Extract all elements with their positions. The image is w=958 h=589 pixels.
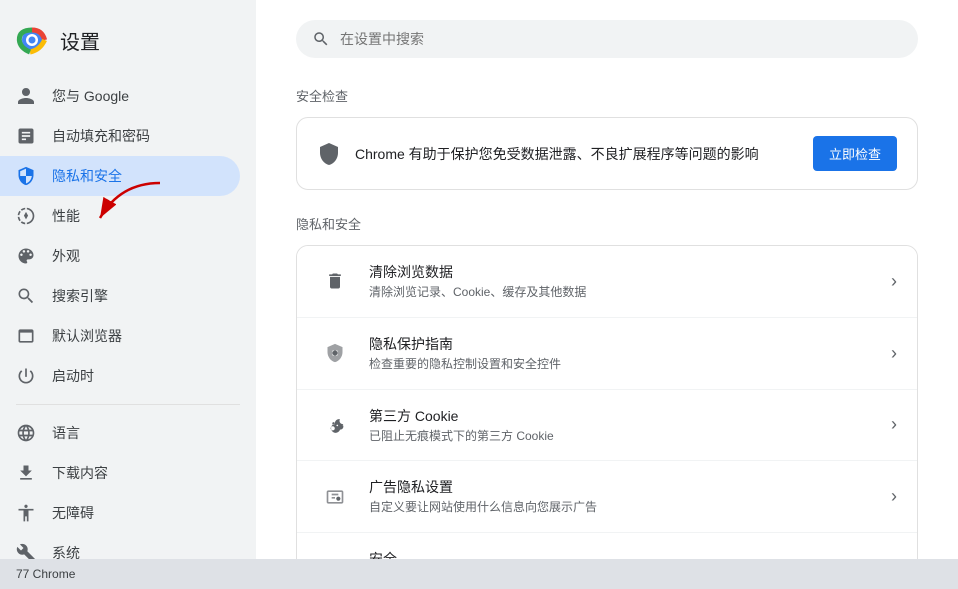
privacy-section-title: 隐私和安全 — [296, 214, 918, 233]
sidebar: 设置 您与 Google 自动填充和密码 隐私和安全 性能 外观 搜 — [0, 0, 256, 589]
menu-item-privacy-guide[interactable]: 隐私保护指南 检查重要的隐私控制设置和安全控件 › — [297, 318, 917, 390]
safety-card-left: Chrome 有助于保护您免受数据泄露、不良扩展程序等问题的影响 — [317, 142, 759, 166]
sidebar-item-performance[interactable]: 性能 — [0, 196, 240, 236]
download-icon — [16, 463, 36, 483]
accessibility-icon — [16, 503, 36, 523]
chevron-right-icon: › — [891, 271, 897, 292]
search-bar — [296, 20, 918, 58]
sidebar-item-startup-label: 启动时 — [52, 366, 94, 386]
chrome-logo-icon — [16, 24, 48, 56]
safety-check-description: Chrome 有助于保护您免受数据泄露、不良扩展程序等问题的影响 — [355, 144, 759, 164]
sidebar-item-search[interactable]: 搜索引擎 — [0, 276, 240, 316]
menu-item-privacy-guide-title: 隐私保护指南 — [369, 334, 883, 354]
sidebar-item-download-label: 下载内容 — [52, 463, 108, 483]
appearance-icon — [16, 246, 36, 266]
menu-item-clear-data-desc: 清除浏览记录、Cookie、缓存及其他数据 — [369, 284, 883, 301]
search-icon — [312, 30, 330, 48]
bottom-bar-text: 77 Chrome — [16, 567, 75, 581]
safety-check-section-title: 安全检查 — [296, 86, 918, 105]
sidebar-item-browser-label: 默认浏览器 — [52, 326, 122, 346]
search-input[interactable] — [340, 31, 902, 47]
sidebar-divider-1 — [16, 404, 240, 405]
bottom-bar: 77 Chrome — [0, 559, 958, 589]
menu-item-cookie[interactable]: 第三方 Cookie 已阻止无痕模式下的第三方 Cookie › — [297, 390, 917, 462]
sidebar-item-language-label: 语言 — [52, 423, 80, 443]
menu-item-ad-privacy-title: 广告隐私设置 — [369, 477, 883, 497]
startup-icon — [16, 366, 36, 386]
sidebar-item-search-label: 搜索引擎 — [52, 286, 108, 306]
ad-icon — [317, 479, 353, 515]
sidebar-item-appearance[interactable]: 外观 — [0, 236, 240, 276]
sidebar-item-autofill-label: 自动填充和密码 — [52, 126, 150, 146]
menu-item-cookie-title: 第三方 Cookie — [369, 406, 883, 426]
browser-icon — [16, 326, 36, 346]
chevron-right-icon-4: › — [891, 486, 897, 507]
chevron-right-icon-2: › — [891, 343, 897, 364]
performance-icon — [16, 206, 36, 226]
menu-item-privacy-guide-desc: 检查重要的隐私控制设置和安全控件 — [369, 356, 883, 373]
sidebar-item-privacy-label: 隐私和安全 — [52, 166, 122, 186]
main-content: 安全检查 Chrome 有助于保护您免受数据泄露、不良扩展程序等问题的影响 立即… — [256, 0, 958, 589]
sidebar-item-google-label: 您与 Google — [52, 86, 129, 106]
chevron-right-icon-3: › — [891, 414, 897, 435]
menu-item-ad-privacy-desc: 自定义要让网站使用什么信息向您展示广告 — [369, 499, 883, 516]
sidebar-item-download[interactable]: 下载内容 — [0, 453, 240, 493]
sidebar-item-appearance-label: 外观 — [52, 246, 80, 266]
sidebar-item-google[interactable]: 您与 Google — [0, 76, 240, 116]
sidebar-item-browser[interactable]: 默认浏览器 — [0, 316, 240, 356]
menu-item-privacy-guide-content: 隐私保护指南 检查重要的隐私控制设置和安全控件 — [369, 334, 883, 373]
eye-shield-icon — [317, 335, 353, 371]
safety-check-card: Chrome 有助于保护您免受数据泄露、不良扩展程序等问题的影响 立即检查 — [296, 117, 918, 190]
person-icon — [16, 86, 36, 106]
sidebar-item-performance-label: 性能 — [52, 206, 80, 226]
menu-item-clear-data-content: 清除浏览数据 清除浏览记录、Cookie、缓存及其他数据 — [369, 262, 883, 301]
language-icon — [16, 423, 36, 443]
sidebar-item-language[interactable]: 语言 — [0, 413, 240, 453]
check-now-button[interactable]: 立即检查 — [813, 136, 897, 171]
sidebar-item-privacy[interactable]: 隐私和安全 — [0, 156, 240, 196]
search-engine-icon — [16, 286, 36, 306]
sidebar-item-accessibility[interactable]: 无障碍 — [0, 493, 240, 533]
menu-item-clear-data[interactable]: 清除浏览数据 清除浏览记录、Cookie、缓存及其他数据 › — [297, 246, 917, 318]
cookie-icon — [317, 407, 353, 443]
sidebar-title: 设置 — [60, 26, 100, 55]
shield-icon — [16, 166, 36, 186]
menu-item-cookie-desc: 已阻止无痕模式下的第三方 Cookie — [369, 428, 883, 445]
sidebar-item-autofill[interactable]: 自动填充和密码 — [0, 116, 240, 156]
sidebar-item-accessibility-label: 无障碍 — [52, 503, 94, 523]
menu-item-ad-privacy[interactable]: 广告隐私设置 自定义要让网站使用什么信息向您展示广告 › — [297, 461, 917, 533]
menu-item-cookie-content: 第三方 Cookie 已阻止无痕模式下的第三方 Cookie — [369, 406, 883, 445]
privacy-menu-list: 清除浏览数据 清除浏览记录、Cookie、缓存及其他数据 › 隐私保护指南 检查… — [296, 245, 918, 589]
privacy-menu-wrapper: 清除浏览数据 清除浏览记录、Cookie、缓存及其他数据 › 隐私保护指南 检查… — [296, 245, 918, 589]
trash-icon — [317, 263, 353, 299]
autofill-icon — [16, 126, 36, 146]
menu-item-clear-data-title: 清除浏览数据 — [369, 262, 883, 282]
menu-item-ad-privacy-content: 广告隐私设置 自定义要让网站使用什么信息向您展示广告 — [369, 477, 883, 516]
safety-shield-icon — [317, 142, 341, 166]
sidebar-item-startup[interactable]: 启动时 — [0, 356, 240, 396]
sidebar-header: 设置 — [0, 16, 256, 76]
